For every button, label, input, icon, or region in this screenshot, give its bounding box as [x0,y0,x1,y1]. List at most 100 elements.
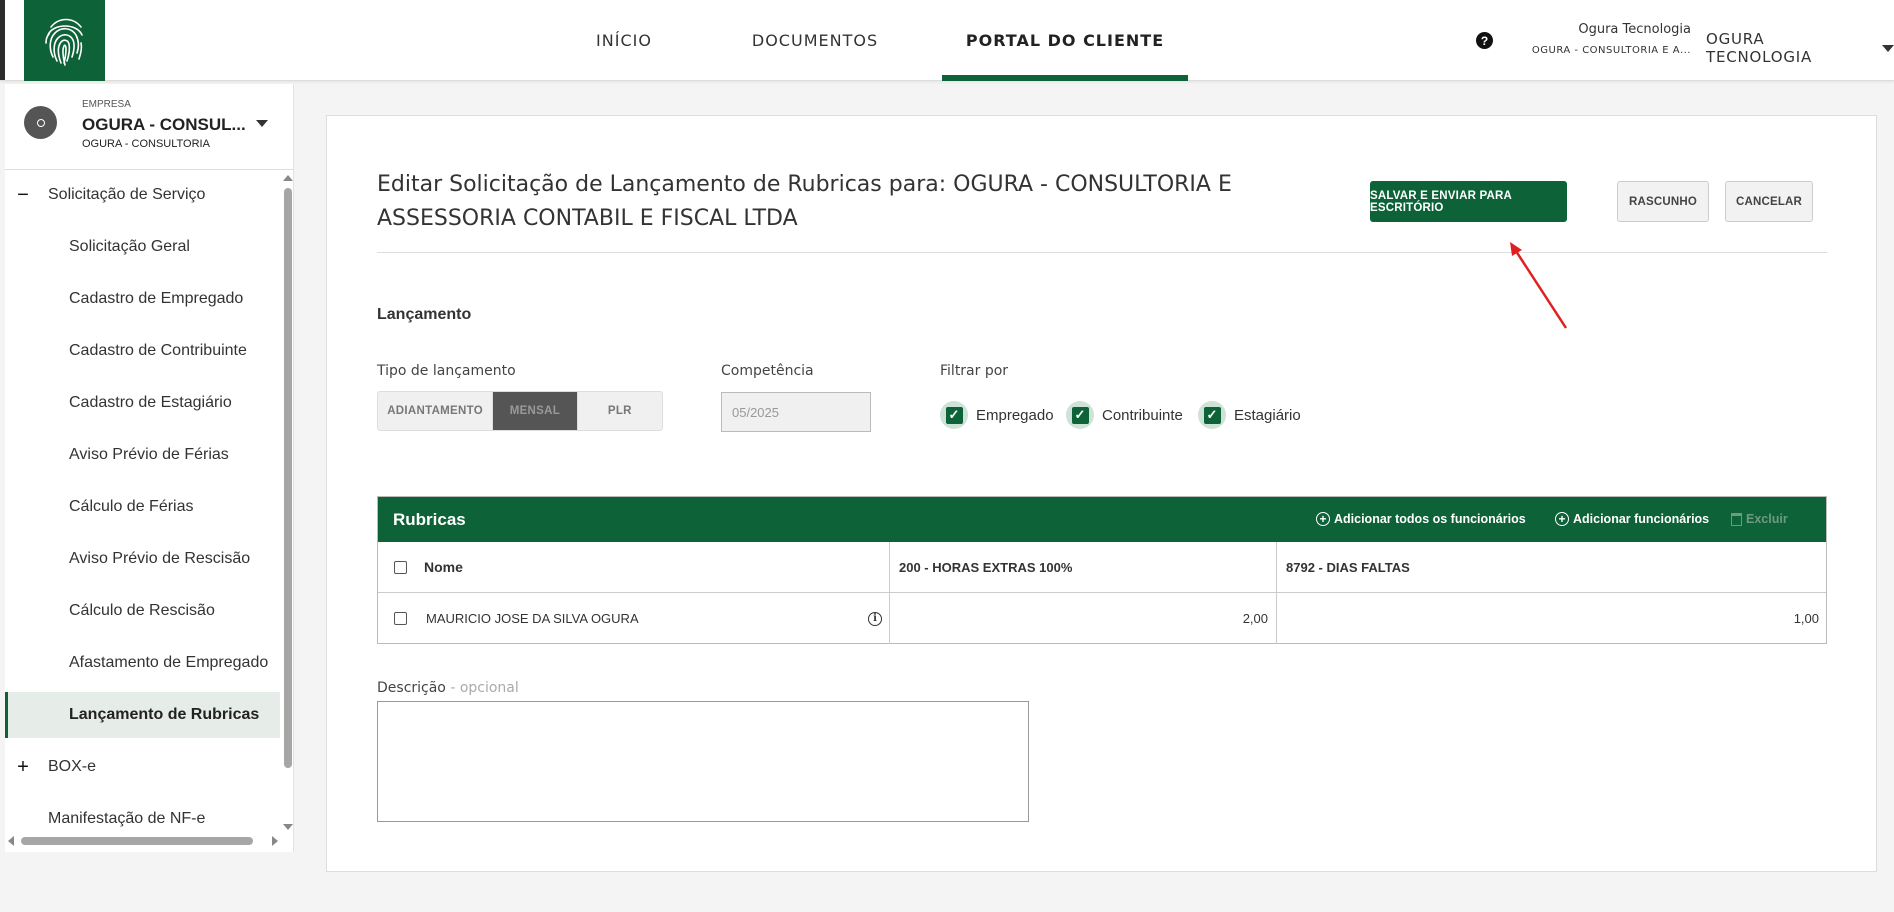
sidebar-item-cadastro-de-empregado[interactable]: Cadastro de Empregado [5,276,280,322]
scrollbar-thumb[interactable] [21,837,253,845]
scroll-down-arrow-icon[interactable] [283,824,293,830]
cancel-button[interactable]: CANCELAR [1725,181,1813,222]
descricao-optional-hint: - opcional [450,680,519,696]
check-icon: ✓ [1203,406,1221,424]
descricao-label: Descrição - opcional [377,680,519,696]
help-icon[interactable]: ? [1476,32,1493,49]
tipo-option-adiantamento[interactable]: ADIANTAMENTO [378,392,494,430]
sidebar-item-label: Solicitação de Serviço [48,186,206,203]
sidebar-item-cadastro-de-contribuinte[interactable]: Cadastro de Contribuinte [5,328,280,374]
scroll-left-arrow-icon[interactable] [8,836,14,846]
draft-button[interactable]: RASCUNHO [1617,181,1709,222]
nav-portal-do-cliente[interactable]: PORTAL DO CLIENTE [942,0,1188,81]
sidebar-item-lancamento-de-rubricas[interactable]: Lançamento de Rubricas [5,692,280,738]
sidebar-item-label: Cálculo de Férias [69,498,194,515]
plus-circle-icon: + [1316,512,1330,526]
fingerprint-icon [44,18,83,66]
info-icon: i [868,611,882,626]
logo[interactable] [24,0,105,81]
section-title: Lançamento [377,306,472,323]
delete-label: Excluir [1746,512,1788,526]
company-subtitle: OGURA - CONSULTORIA [82,138,210,150]
table-header-row: Nome 200 - HORAS EXTRAS 100% 8792 - DIAS… [378,542,1826,593]
tipo-lancamento-label: Tipo de lançamento [377,363,516,379]
nav-documentos[interactable]: DOCUMENTOS [740,0,890,81]
checkbox-box [394,560,407,574]
table-row: MAURICIO JOSE DA SILVA OGURA i 2,00 1,00 [378,593,1826,644]
filtrar-por-label: Filtrar por [940,363,1009,379]
scroll-right-arrow-icon[interactable] [272,836,278,846]
page-title: Editar Solicitação de Lançamento de Rubr… [377,172,1232,231]
tipo-lancamento-selector: ADIANTAMENTO MENSAL PLR [377,391,663,431]
company-avatar [24,106,57,139]
tipo-option-mensal[interactable]: MENSAL [493,392,578,430]
employee-info-button[interactable]: i [868,593,882,644]
account-dropdown[interactable]: OGURA TECNOLOGIA [1706,30,1894,66]
sidebar-horizontal-scrollbar[interactable] [5,834,281,848]
value-horas-extras[interactable]: 2,00 [899,593,1268,644]
competencia-input[interactable]: 05/2025 [721,392,871,432]
minus-icon: − [17,184,29,206]
save-and-send-button[interactable]: SALVAR E ENVIAR PARA ESCRITÓRIO [1370,181,1567,222]
sidebar-item-calculo-de-rescisao[interactable]: Cálculo de Rescisão [5,588,280,634]
sidebar-item-cadastro-de-estagiario[interactable]: Cadastro de Estagiário [5,380,280,426]
sidebar-item-label: Cálculo de Rescisão [69,602,215,619]
descricao-textarea[interactable] [377,701,1029,822]
rubricas-table: Rubricas + Adicionar todos os funcionári… [377,496,1827,644]
annotation-arrow-icon [1510,242,1568,329]
row-checkbox[interactable] [394,593,407,644]
sidebar-item-box-e[interactable]: + BOX-e [5,744,280,790]
column-header-dias-faltas: 8792 - DIAS FALTAS [1286,559,1410,575]
company-selector[interactable]: EMPRESA OGURA - CONSUL... OGURA - CONSUL… [5,84,294,170]
add-all-label: Adicionar todos os funcionários [1334,512,1526,526]
window-edge [0,0,5,80]
checkbox-contribuinte[interactable]: ✓ [1066,401,1094,429]
employee-name: MAURICIO JOSE DA SILVA OGURA [426,611,639,626]
user-company: OGURA - CONSULTORIA E A... [1531,45,1691,56]
sidebar-item-label: Cadastro de Empregado [69,290,244,307]
account-label: OGURA TECNOLOGIA [1706,30,1813,66]
company-name: OGURA - CONSUL... [82,115,246,134]
descricao-label-text: Descrição [377,680,446,696]
add-employees-button[interactable]: + Adicionar funcionários [1555,512,1709,526]
tipo-option-plr[interactable]: PLR [578,392,662,430]
sidebar-item-label: BOX-e [48,758,97,775]
plus-circle-icon: + [1555,512,1569,526]
select-all-checkbox[interactable] [394,542,407,592]
value-dias-faltas[interactable]: 1,00 [1286,593,1819,644]
user-name: Ogura Tecnologia [1578,22,1691,37]
sidebar: EMPRESA OGURA - CONSUL... OGURA - CONSUL… [5,84,294,852]
nav-inicio[interactable]: INÍCIO [578,0,670,81]
sidebar-vertical-scrollbar[interactable] [281,172,294,832]
check-icon: ✓ [1071,406,1089,424]
divider [377,252,1827,253]
checkbox-estagiario[interactable]: ✓ [1198,401,1226,429]
rubricas-title: Rubricas [393,510,466,529]
scrollbar-thumb[interactable] [284,188,292,768]
sidebar-item-solicitacao-geral[interactable]: Solicitação Geral [5,224,280,270]
filter-estagiario[interactable]: ✓ Estagiário [1198,401,1301,429]
sidebar-item-label: Cadastro de Contribuinte [69,342,247,359]
scroll-up-arrow-icon[interactable] [283,175,293,181]
delete-button[interactable]: Excluir [1731,512,1788,526]
plus-icon: + [17,756,29,778]
sidebar-item-label: Lançamento de Rubricas [69,706,260,723]
filter-empregado[interactable]: ✓ Empregado [940,401,1054,429]
add-all-employees-button[interactable]: + Adicionar todos os funcionários [1316,512,1526,526]
check-icon: ✓ [945,406,963,424]
sidebar-item-calculo-de-ferias[interactable]: Cálculo de Férias [5,484,280,530]
competencia-label: Competência [721,363,814,379]
sidebar-item-aviso-previo-de-rescisao[interactable]: Aviso Prévio de Rescisão [5,536,280,582]
rubricas-header: Rubricas + Adicionar todos os funcionári… [378,497,1826,542]
circle-icon [36,118,45,127]
sidebar-item-label: Solicitação Geral [69,238,190,255]
sidebar-item-label: Afastamento de Empregado [69,654,269,671]
top-bar: INÍCIO DOCUMENTOS PORTAL DO CLIENTE ? Og… [0,0,1894,81]
filter-contribuinte[interactable]: ✓ Contribuinte [1066,401,1183,429]
sidebar-item-solicitacao-de-servico[interactable]: − Solicitação de Serviço [5,172,280,218]
sidebar-item-aviso-previo-de-ferias[interactable]: Aviso Prévio de Férias [5,432,280,478]
checkbox-empregado[interactable]: ✓ [940,401,968,429]
column-header-horas-extras: 200 - HORAS EXTRAS 100% [899,559,1073,575]
checkbox-box [394,612,407,625]
sidebar-item-afastamento-de-empregado[interactable]: Afastamento de Empregado [5,640,280,686]
